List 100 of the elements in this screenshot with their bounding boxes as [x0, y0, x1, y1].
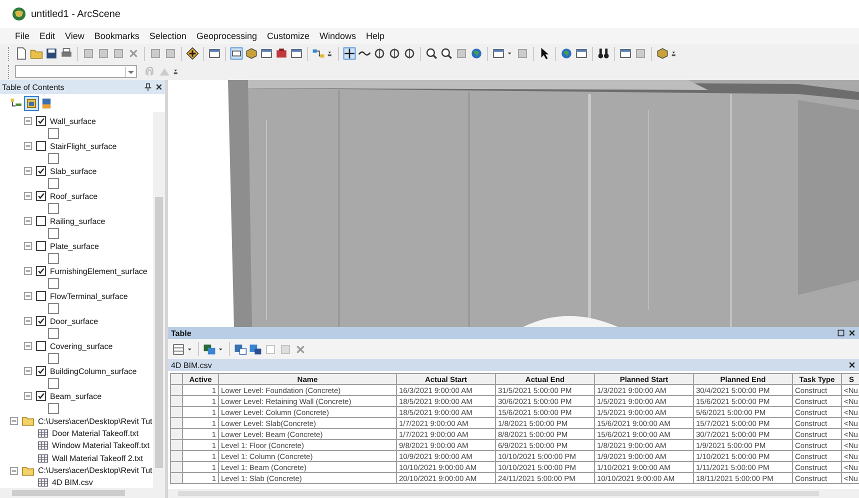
layer-checkbox[interactable]	[36, 241, 46, 251]
layer-checkbox[interactable]	[36, 391, 46, 401]
layer-checkbox[interactable]	[36, 366, 46, 376]
new-document-icon[interactable]	[15, 47, 28, 60]
table-icon	[38, 441, 48, 450]
folder-icon	[22, 466, 34, 476]
layer-name[interactable]: FurnishingElement_surface	[50, 266, 148, 276]
horizontal-scrollbar[interactable]	[0, 488, 165, 498]
layer-checkbox[interactable]	[36, 341, 46, 351]
legend-symbol	[48, 303, 59, 314]
table-icon	[38, 428, 48, 438]
table-window-icon[interactable]	[230, 47, 243, 60]
table-options-icon[interactable]	[172, 342, 185, 356]
layer-name[interactable]: Plate_surface	[50, 242, 99, 250]
close-icon[interactable]	[848, 329, 856, 337]
panel-title: Table of Contents	[2, 82, 66, 92]
legend-symbol	[48, 228, 59, 239]
related-tables-icon[interactable]	[203, 342, 216, 356]
globe-icon[interactable]	[470, 47, 483, 60]
horizontal-scrollbar[interactable]	[168, 489, 859, 498]
delete-icon[interactable]	[294, 342, 307, 356]
layer-name[interactable]: Wall_surface	[50, 116, 96, 126]
menu-item[interactable]: Selection	[144, 31, 192, 41]
layer-checkbox[interactable]	[36, 291, 46, 301]
expander-icon[interactable]	[24, 342, 32, 350]
list-by-visibility-icon[interactable]	[40, 96, 53, 110]
print-icon[interactable]	[60, 47, 73, 60]
layer-checkbox[interactable]	[36, 316, 46, 326]
caret-icon[interactable]	[125, 66, 136, 76]
binoculars-icon[interactable]	[597, 47, 610, 60]
layer-name[interactable]: Slab_surface	[50, 166, 97, 176]
expander-icon[interactable]	[24, 192, 32, 200]
menu-item[interactable]: Windows	[314, 31, 362, 41]
maximize-icon[interactable]	[837, 329, 845, 337]
legend-symbol	[48, 178, 59, 189]
layer-checkbox[interactable]	[36, 116, 46, 126]
table-name[interactable]: Window Material Takeoff.txt	[52, 441, 150, 450]
switch-selection-icon[interactable]	[249, 342, 262, 356]
toolbox-icon[interactable]	[275, 47, 288, 60]
layer-name[interactable]: FlowTerminal_surface	[50, 292, 128, 300]
layer-name[interactable]: Covering_surface	[50, 342, 113, 350]
menu-item[interactable]: Bookmarks	[89, 31, 144, 41]
layer-checkbox[interactable]	[36, 166, 46, 176]
legend-symbol	[48, 203, 59, 214]
legend-symbol	[48, 353, 59, 364]
model-builder-icon[interactable]	[312, 47, 325, 60]
menu-item[interactable]: Help	[361, 31, 390, 41]
legend-symbol	[48, 403, 59, 414]
table-name[interactable]: Wall Material Takeoff 2.txt	[52, 454, 143, 463]
menu-item[interactable]: View	[60, 31, 90, 41]
table-icon	[38, 478, 48, 488]
folder-path[interactable]: C:\Users\acer\Desktop\Revit Tut	[38, 416, 152, 426]
table-name[interactable]: 4D BIM.csv	[52, 478, 93, 488]
expander-icon[interactable]	[24, 392, 32, 400]
vertical-scrollbar[interactable]	[153, 112, 165, 488]
menu-item[interactable]: Customize	[262, 31, 314, 41]
expander-icon[interactable]	[24, 142, 32, 150]
expander-icon[interactable]	[10, 417, 18, 425]
layer-name[interactable]: Railing_surface	[50, 216, 106, 226]
list-by-drawing-order-icon[interactable]	[10, 96, 23, 110]
menu-item[interactable]: Edit	[34, 31, 60, 41]
table-icon	[38, 454, 48, 463]
expander-icon[interactable]	[24, 267, 32, 275]
legend-symbol	[48, 128, 59, 139]
close-icon[interactable]	[848, 361, 856, 369]
expander-icon[interactable]	[24, 167, 32, 175]
menu-item[interactable]: Geoprocessing	[191, 31, 262, 41]
add-data-icon[interactable]	[186, 47, 199, 60]
expander-icon[interactable]	[24, 117, 32, 125]
layer-checkbox[interactable]	[36, 266, 46, 276]
table-name[interactable]: Door Material Takeoff.txt	[52, 428, 138, 438]
pin-icon[interactable]	[144, 83, 152, 91]
layer-checkbox[interactable]	[36, 216, 46, 226]
close-icon[interactable]	[155, 83, 163, 91]
legend-symbol	[48, 278, 59, 289]
legend-symbol	[48, 153, 59, 164]
expander-icon[interactable]	[24, 217, 32, 225]
select-by-attributes-icon[interactable]	[234, 342, 247, 356]
window-title: untitled1 - ArcScene	[31, 8, 120, 20]
expander-icon[interactable]	[24, 317, 32, 325]
layer-name[interactable]: BuildingColumn_surface	[50, 366, 137, 376]
navigate-icon[interactable]	[343, 47, 356, 60]
layer-name[interactable]: Beam_surface	[50, 392, 102, 400]
scene-window-icon[interactable]	[208, 47, 221, 60]
layer-name[interactable]: Door_surface	[50, 316, 98, 326]
menu-item[interactable]: File	[10, 31, 35, 41]
list-by-source-icon[interactable]	[25, 96, 38, 110]
expander-icon[interactable]	[24, 367, 32, 375]
layer-name[interactable]: StairFlight_surface	[50, 142, 117, 150]
layer-name[interactable]: Roof_surface	[50, 192, 98, 200]
layer-checkbox[interactable]	[36, 141, 46, 151]
folder-path[interactable]: C:\Users\acer\Desktop\Revit Tut	[38, 466, 152, 475]
table-window-title: Table	[171, 328, 192, 338]
folder-icon	[22, 416, 34, 426]
layer-checkbox[interactable]	[36, 191, 46, 201]
expander-icon[interactable]	[10, 466, 18, 474]
app-globe-icon	[12, 7, 26, 21]
expander-icon[interactable]	[24, 242, 32, 250]
save-icon[interactable]	[45, 47, 58, 60]
expander-icon[interactable]	[24, 292, 32, 300]
